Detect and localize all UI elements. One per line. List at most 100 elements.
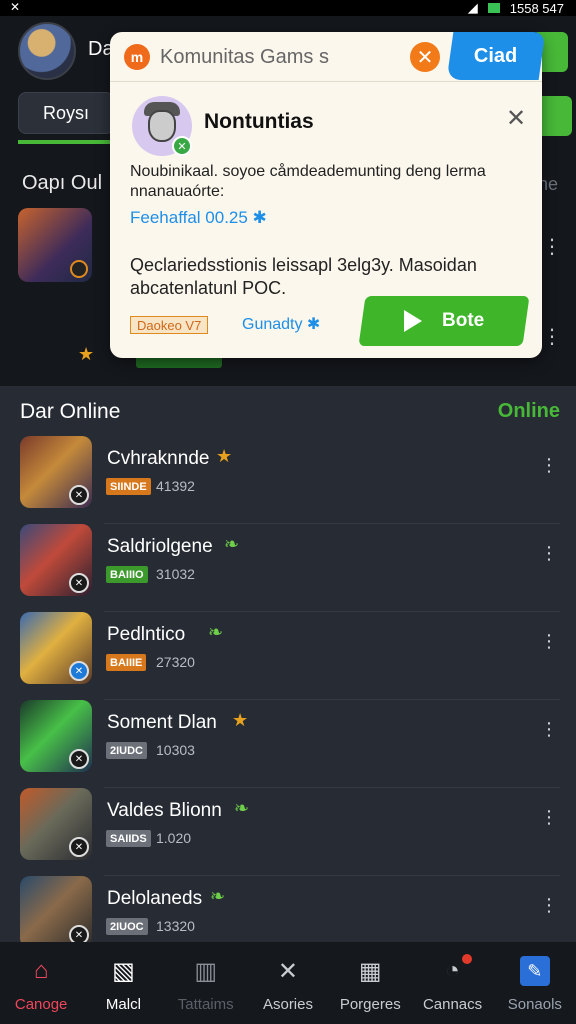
item-count: 10303 (156, 742, 195, 758)
badge-icon: ✕ (69, 661, 89, 681)
more-options-icon[interactable]: ⋮ (540, 544, 558, 562)
popup-body: Qeclariedsstionis leissapl 3elg3y. Masoi… (130, 255, 477, 298)
item-name: Cvhraknnde (107, 448, 210, 469)
profile-avatar[interactable] (18, 22, 76, 80)
tab-indicator (18, 140, 114, 144)
game-thumbnail: ✕ (20, 612, 92, 684)
books-icon: ▥ (194, 957, 218, 985)
notification-dot (461, 954, 472, 964)
list-item[interactable]: ✕ Soment Dlan ★ 2IUDC 10303 ⋮ (0, 700, 576, 788)
popup-header-button-label: Ciad (474, 44, 518, 67)
nav-item-asories[interactable]: ✕ Asories (247, 942, 329, 1024)
list-item[interactable]: ✕ Cvhraknnde ★ SIINDE 41392 ⋮ (0, 436, 576, 524)
nav-label: Asories (262, 996, 313, 1013)
popup-link[interactable]: Feehaffal 00.25 ✱ (130, 208, 267, 228)
online-section: Dar Online Online ✕ Cvhraknnde ★ SIINDE … (0, 386, 576, 948)
status-bar: ✕ ◢ 1558 547 (0, 0, 576, 16)
nav-label: Tattaims (177, 996, 234, 1013)
online-filter-link[interactable]: Online (498, 400, 560, 423)
badge-icon: ✕ (69, 749, 89, 769)
nav-label: Canoge (14, 996, 68, 1013)
battery-icon (487, 3, 500, 13)
popup-tag-link[interactable]: Gunadty ✱ (242, 314, 320, 334)
close-icon[interactable]: ✕ (506, 104, 526, 133)
status-time: 1558 547 (509, 0, 564, 16)
status-indicators: ◢ 1558 547 (468, 0, 564, 16)
item-count: 31032 (156, 566, 195, 582)
leaf-icon: ❧ (210, 886, 226, 906)
dismiss-icon[interactable]: ✕ (410, 42, 440, 72)
game-thumbnail: ✕ (20, 876, 92, 948)
edit-icon: ✎ (519, 956, 550, 986)
home-icon: ⌂ (33, 957, 49, 984)
item-badge: BAIIIO (106, 566, 148, 583)
game-thumbnail: ✕ (20, 788, 92, 860)
leaf-icon: ❧ (224, 534, 240, 554)
item-badge: SAIIDS (106, 830, 151, 847)
nav-item-sonaols[interactable]: ✎ Sonaols (494, 942, 576, 1024)
avatar-face (148, 110, 176, 142)
item-name: Pedlntico (107, 624, 186, 645)
section-title: Oapı Oul (22, 172, 103, 194)
popup-app-name: Komunitas Gams s (160, 46, 329, 68)
app-logo-icon: m (124, 44, 150, 70)
nav-item-malcl[interactable]: ▧ Malcl (82, 942, 164, 1024)
list-item[interactable]: ✕ Valdes Blionn ❧ SAIIDS 1.020 ⋮ (0, 788, 576, 876)
nav-item-porgeres[interactable]: ▦ Porgeres (329, 942, 411, 1024)
badge-icon: ✕ (69, 485, 89, 505)
nav-item-cannacs[interactable]: ◔ Cannacs (411, 942, 493, 1024)
popup-user-name: Nontuntias (204, 110, 314, 133)
grid-icon: ▦ (358, 957, 382, 985)
star-icon: ★ (232, 710, 249, 730)
play-button-label: Bote (441, 310, 485, 331)
list-item[interactable]: ✕ Saldriolgene ❧ BAIIIO 31032 ⋮ (0, 524, 576, 612)
item-name: Soment Dlan (107, 712, 217, 733)
game-thumbnail: ✕ (20, 436, 92, 508)
signal-icon: ◢ (467, 0, 478, 15)
nav-label: Sonaols (507, 996, 562, 1013)
item-count: 41392 (156, 478, 195, 494)
badge-icon: ✕ (69, 573, 89, 593)
nav-item-canoge[interactable]: ⌂ Canoge (0, 942, 82, 1024)
item-name: Saldriolgene (107, 536, 213, 557)
item-badge: BAIIIE (106, 654, 147, 671)
badge-icon: ✕ (69, 837, 89, 857)
item-count: 27320 (156, 654, 195, 670)
more-options-icon[interactable]: ⋮ (540, 896, 558, 914)
more-options-icon[interactable]: ⋮ (542, 324, 562, 349)
notification-icon: ✕ (10, 0, 21, 14)
nav-label: Cannacs (422, 996, 483, 1013)
online-status-icon: ✕ (172, 136, 192, 156)
item-count: 1.020 (156, 830, 192, 846)
image-icon: ▧ (112, 957, 135, 985)
more-options-icon[interactable]: ⋮ (540, 808, 558, 826)
star-icon: ★ (216, 446, 233, 466)
popup-tag: Daokeo V7 (130, 316, 209, 334)
more-options-icon[interactable]: ⋮ (540, 720, 558, 738)
item-name: Delolaneds (107, 888, 203, 909)
item-badge: 2IUOC (106, 918, 148, 935)
badge-icon (70, 260, 88, 278)
item-count: 13320 (156, 918, 195, 934)
more-options-icon[interactable]: ⋮ (540, 632, 558, 650)
game-thumbnail: ✕ (20, 700, 92, 772)
popup-header-button[interactable]: Ciad (446, 32, 546, 80)
online-section-title: Dar Online (20, 400, 121, 423)
gauge-icon: ◔ (438, 954, 472, 986)
popup-header: m Komunitas Gams s ✕ Ciad (110, 32, 546, 82)
leaf-icon: ❧ (208, 622, 224, 642)
game-thumbnail[interactable] (18, 208, 92, 282)
item-badge: 2IUDC (106, 742, 148, 759)
popup-message: Noubinikaal. soyoe cåmdeademunting deng … (130, 163, 486, 200)
play-icon (403, 310, 422, 332)
item-badge: SIINDE (106, 478, 151, 495)
more-options-icon[interactable]: ⋮ (542, 234, 562, 259)
play-button[interactable]: Bote (358, 296, 530, 346)
cross-icon: ✕ (277, 957, 299, 985)
game-thumbnail: ✕ (20, 524, 92, 596)
list-item[interactable]: ✕ Pedlntico ❧ BAIIIE 27320 ⋮ (0, 612, 576, 700)
nav-item-tattaims[interactable]: ▥ Tattaims (165, 942, 247, 1024)
more-options-icon[interactable]: ⋮ (540, 456, 558, 474)
tab-primary[interactable]: Roysı (18, 92, 114, 134)
item-name: Valdes Blionn (107, 800, 222, 821)
